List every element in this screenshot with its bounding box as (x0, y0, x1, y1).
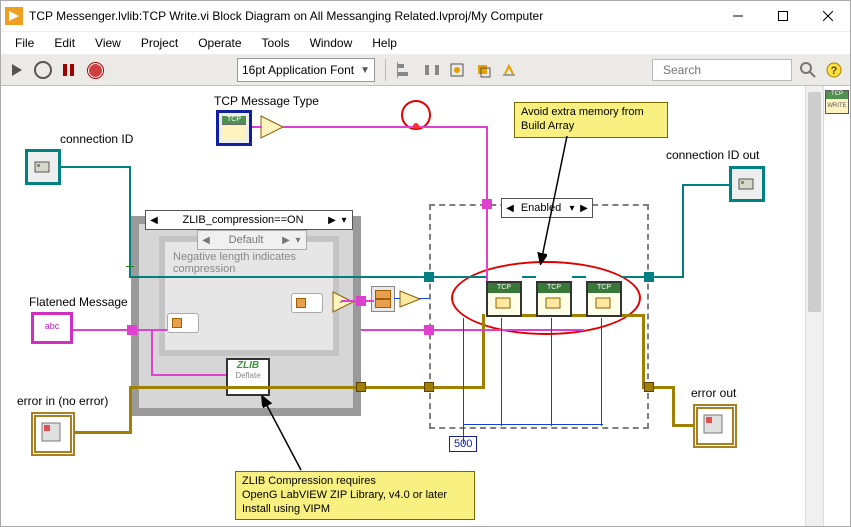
vi-icon-panel: TCP WRITE (823, 86, 850, 526)
wire-error (482, 314, 485, 389)
tunnel-string (356, 296, 366, 306)
window-title: TCP Messenger.lvlib:TCP Write.vi Block D… (29, 9, 715, 23)
wire-string (151, 329, 153, 376)
tunnel-error (424, 382, 434, 392)
search-button[interactable] (798, 60, 818, 80)
abort-button[interactable] (85, 60, 105, 80)
toolbar: 16pt Application Font ▼ ? (1, 55, 850, 86)
search-input[interactable] (661, 62, 820, 78)
wire-error (129, 386, 132, 434)
wire-string (366, 300, 374, 302)
wire-string (252, 126, 262, 128)
chevron-down-icon: ▼ (360, 65, 370, 76)
wire-string (73, 329, 131, 331)
scrollbar-thumb[interactable] (808, 92, 821, 312)
toolbar-separator (385, 59, 386, 81)
wire-error (642, 314, 645, 389)
tunnel-teal (644, 272, 654, 282)
coercion-dot (413, 123, 419, 129)
search-box[interactable] (652, 59, 792, 81)
wire-error (672, 386, 675, 426)
wire-teal (61, 166, 131, 168)
diagram: TCP Message Type connection ID Flatened … (1, 86, 805, 526)
menu-file[interactable]: File (7, 34, 42, 52)
tunnel-teal (424, 272, 434, 282)
vi-connector-pane-icon[interactable]: TCP WRITE (825, 90, 849, 114)
wire-int (501, 318, 502, 426)
wire-teal (654, 276, 684, 278)
menu-view[interactable]: View (87, 34, 129, 52)
vi-icon-top: TCP (826, 91, 848, 99)
vi-icon-bottom: WRITE (826, 99, 848, 113)
wire-int (601, 318, 602, 426)
menu-edit[interactable]: Edit (46, 34, 83, 52)
wire-string (151, 374, 226, 376)
wire-error (366, 386, 429, 389)
window-controls (715, 2, 850, 31)
minimize-button[interactable] (715, 2, 760, 31)
labview-app-icon (5, 7, 23, 25)
wire-error (654, 386, 674, 389)
menu-operate[interactable]: Operate (190, 34, 249, 52)
font-select-label: 16pt Application Font (242, 63, 354, 77)
tunnel-error (644, 382, 654, 392)
titlebar: TCP Messenger.lvlib:TCP Write.vi Block D… (1, 1, 850, 32)
menu-window[interactable]: Window (302, 34, 361, 52)
wire-error (434, 386, 484, 389)
tunnel-string (424, 325, 434, 335)
wire-string (486, 209, 488, 281)
align-objects-button[interactable] (396, 60, 416, 80)
maximize-button[interactable] (760, 2, 805, 31)
resize-objects-button[interactable] (448, 60, 468, 80)
wire-teal (572, 276, 586, 278)
menu-project[interactable]: Project (133, 34, 186, 52)
wire-teal (129, 276, 429, 278)
wire-string (434, 329, 584, 331)
wire-teal (434, 276, 486, 278)
tunnel-error (356, 382, 366, 392)
wire-teal (682, 184, 729, 186)
wire-teal (522, 276, 536, 278)
wire-int (419, 298, 429, 299)
wire-int (394, 298, 400, 299)
menu-tools[interactable]: Tools (254, 34, 298, 52)
run-button[interactable] (7, 60, 27, 80)
wire-teal (682, 184, 684, 278)
content-row: TCP Message Type connection ID Flatened … (1, 86, 850, 526)
pause-button[interactable] (59, 60, 79, 80)
wire-error (672, 424, 693, 427)
context-help-button[interactable]: ? (824, 60, 844, 80)
menubar: File Edit View Project Operate Tools Win… (1, 32, 850, 55)
close-button[interactable] (805, 2, 850, 31)
wire-string (283, 126, 488, 128)
wire-error (75, 431, 131, 434)
app-window: TCP Messenger.lvlib:TCP Write.vi Block D… (0, 0, 851, 527)
wire-bool (126, 266, 134, 267)
run-continuous-button[interactable] (33, 60, 53, 80)
menu-help[interactable]: Help (364, 34, 405, 52)
wire-error (522, 314, 536, 317)
wire-teal (129, 166, 131, 278)
tunnel-string (127, 325, 137, 335)
font-select[interactable]: 16pt Application Font ▼ (237, 58, 375, 82)
wire-error (622, 314, 644, 317)
wire-error (572, 314, 586, 317)
wire-int (551, 318, 552, 426)
wire-int (463, 424, 464, 444)
tunnel-string (482, 199, 492, 209)
wire-string (361, 329, 429, 331)
wire-string (486, 126, 488, 204)
svg-text:?: ? (831, 65, 838, 77)
annotation-arrows (1, 86, 805, 526)
block-diagram-canvas[interactable]: TCP Message Type connection ID Flatened … (1, 86, 805, 526)
reorder-button[interactable] (474, 60, 494, 80)
cleanup-diagram-button[interactable] (500, 60, 520, 80)
wire-error (129, 386, 361, 389)
wire-int (463, 424, 603, 425)
distribute-objects-button[interactable] (422, 60, 442, 80)
vertical-scrollbar[interactable] (805, 86, 823, 526)
